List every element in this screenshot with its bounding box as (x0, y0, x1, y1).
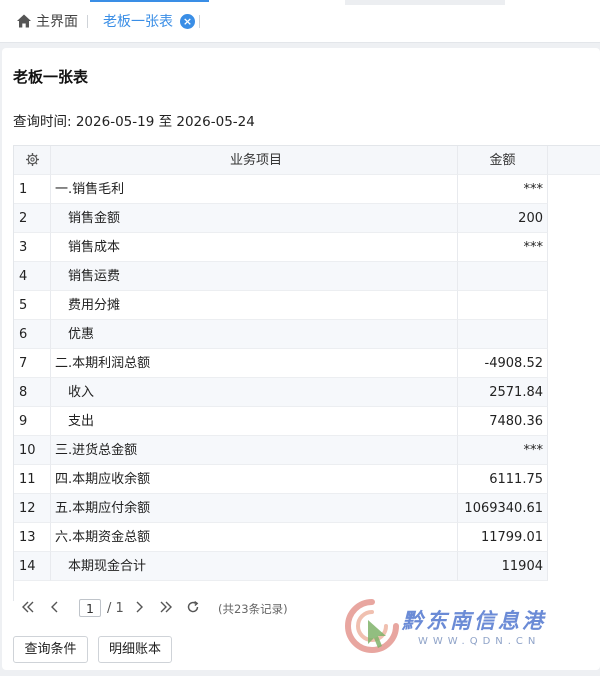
first-page-button[interactable] (21, 597, 35, 621)
row-item: 收入 (51, 378, 458, 407)
row-index: 8 (14, 378, 51, 407)
chevron-right-icon (136, 601, 143, 613)
row-item: 费用分摊 (51, 291, 458, 320)
watermark-text: 黔东南信息港 (402, 608, 546, 633)
table-header: 业务项目 金额 (14, 146, 600, 175)
report-table: 业务项目 金额 1 一.销售毛利 *** 2 销售金额 200 3 销售成本 *** 4 销售运费 5… (13, 145, 600, 601)
report-panel: 老板一张表 查询时间: 2026-05-19 至 2026-05-24 业务项目… (2, 48, 600, 670)
watermark-logo-icon (345, 599, 399, 653)
table-row[interactable]: 2 销售金额 200 (14, 204, 600, 233)
row-item: 六.本期资金总额 (51, 523, 458, 552)
row-item: 四.本期应收余额 (51, 465, 458, 494)
row-index: 10 (14, 436, 51, 465)
page-number-input[interactable] (79, 599, 101, 617)
watermark: 黔东南信息港 WWW.QDN.CN (340, 592, 564, 664)
record-count: (共23条记录) (218, 602, 288, 616)
row-amount: 7480.36 (458, 407, 548, 436)
row-item: 优惠 (51, 320, 458, 349)
column-header-amount[interactable]: 金额 (458, 146, 548, 175)
row-amount: *** (458, 233, 548, 262)
row-index: 11 (14, 465, 51, 494)
column-header-item[interactable]: 业务项目 (51, 146, 458, 175)
refresh-button[interactable] (186, 597, 200, 621)
row-index: 5 (14, 291, 51, 320)
row-item: 三.进货总金额 (51, 436, 458, 465)
row-item: 支出 (51, 407, 458, 436)
row-index: 12 (14, 494, 51, 523)
row-index: 9 (14, 407, 51, 436)
table-row[interactable]: 12 五.本期应付余额 1069340.61 (14, 494, 600, 523)
tab-separator (199, 15, 200, 28)
table-row[interactable]: 6 优惠 (14, 320, 600, 349)
row-index: 3 (14, 233, 51, 262)
row-index: 14 (14, 552, 51, 581)
table-row[interactable]: 5 费用分摊 (14, 291, 600, 320)
home-icon (17, 14, 31, 28)
tab-bar: 主界面 老板一张表 × (0, 0, 600, 43)
row-item: 销售金额 (51, 204, 458, 233)
detail-ledger-button[interactable]: 明细账本 (98, 636, 172, 663)
row-amount: 6111.75 (458, 465, 548, 494)
table-row[interactable]: 13 六.本期资金总额 11799.01 (14, 523, 600, 552)
next-page-button[interactable] (133, 597, 145, 621)
row-index: 1 (14, 175, 51, 204)
table-row[interactable]: 1 一.销售毛利 *** (14, 175, 600, 204)
last-page-button[interactable] (159, 597, 173, 621)
table-row[interactable]: 14 本期现金合计 11904 (14, 552, 600, 581)
watermark-url: WWW.QDN.CN (418, 636, 541, 647)
page-title: 老板一张表 (13, 68, 89, 86)
row-amount: 2571.84 (458, 378, 548, 407)
tab-boss-sheet[interactable]: 老板一张表 × (90, 0, 209, 40)
row-amount: *** (458, 436, 548, 465)
row-index: 7 (14, 349, 51, 378)
row-amount: 11799.01 (458, 523, 548, 552)
row-item: 本期现金合计 (51, 552, 458, 581)
close-icon[interactable]: × (180, 13, 195, 29)
refresh-icon (187, 601, 199, 613)
double-chevron-left-icon (22, 601, 34, 613)
row-item: 二.本期利润总额 (51, 349, 458, 378)
row-amount (458, 262, 548, 291)
row-index: 2 (14, 204, 51, 233)
row-amount: *** (458, 175, 548, 204)
row-index: 6 (14, 320, 51, 349)
row-item: 销售成本 (51, 233, 458, 262)
table-row[interactable]: 11 四.本期应收余额 6111.75 (14, 465, 600, 494)
table-row[interactable]: 4 销售运费 (14, 262, 600, 291)
row-amount: 200 (458, 204, 548, 233)
prev-page-button[interactable] (49, 597, 61, 621)
row-index: 13 (14, 523, 51, 552)
table-row[interactable]: 8 收入 2571.84 (14, 378, 600, 407)
tab-separator (87, 15, 88, 28)
row-amount: 11904 (458, 552, 548, 581)
row-item: 五.本期应付余额 (51, 494, 458, 523)
row-index: 4 (14, 262, 51, 291)
tab-boss-sheet-label: 老板一张表 (103, 14, 173, 30)
table-row[interactable]: 9 支出 7480.36 (14, 407, 600, 436)
tab-home-label: 主界面 (36, 14, 78, 30)
row-amount (458, 320, 548, 349)
column-filler (548, 146, 600, 175)
total-pages: / 1 (107, 601, 124, 616)
query-conditions-button[interactable]: 查询条件 (13, 636, 88, 663)
row-item: 销售运费 (51, 262, 458, 291)
tab-home[interactable]: 主界面 (16, 0, 78, 42)
row-amount: 1069340.61 (458, 494, 548, 523)
row-item: 一.销售毛利 (51, 175, 458, 204)
row-amount (458, 291, 548, 320)
gear-icon (25, 152, 39, 167)
double-chevron-right-icon (160, 601, 172, 613)
query-time: 查询时间: 2026-05-19 至 2026-05-24 (13, 114, 255, 130)
row-amount: -4908.52 (458, 349, 548, 378)
table-row[interactable]: 3 销售成本 *** (14, 233, 600, 262)
chevron-left-icon (51, 601, 58, 613)
table-row[interactable]: 7 二.本期利润总额 -4908.52 (14, 349, 600, 378)
top-shade (345, 0, 505, 5)
column-settings[interactable] (14, 146, 51, 175)
table-row[interactable]: 10 三.进货总金额 *** (14, 436, 600, 465)
